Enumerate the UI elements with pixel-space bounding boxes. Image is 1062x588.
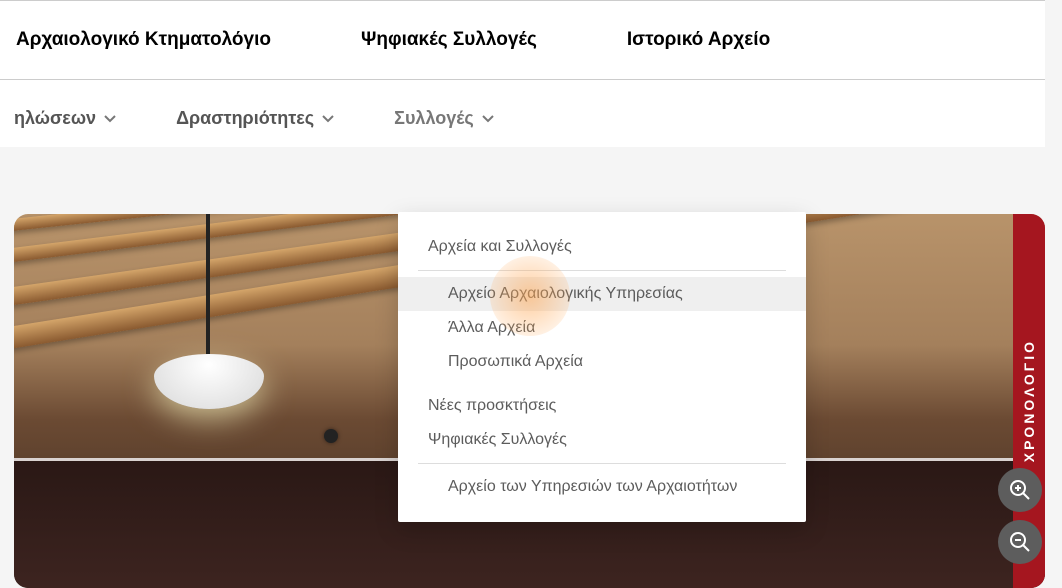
dropdown-separator <box>418 463 786 464</box>
dropdown-item-digital-collections[interactable]: Ψηφιακές Συλλογές <box>398 423 806 457</box>
timeline-side-label-text: ΧΡΟΝΟΛΟΓΙΟ <box>1021 339 1037 462</box>
zoom-out-icon <box>1008 530 1032 554</box>
dropdown-item-archaeological-service-archive[interactable]: Αρχείο Αρχαιολογικής Υπηρεσίας <box>398 277 806 311</box>
top-nav-link-digital-collections[interactable]: Ψηφιακές Συλλογές <box>361 29 537 51</box>
sub-nav-label: Συλλογές <box>394 108 474 129</box>
sub-nav-label: ηλώσεων <box>14 108 96 129</box>
chevron-down-icon <box>104 115 116 123</box>
dropdown-item-archives-collections[interactable]: Αρχεία και Συλλογές <box>398 230 806 264</box>
sub-nav-item-activities[interactable]: Δραστηριότητες <box>176 108 334 129</box>
chevron-down-icon <box>482 115 494 123</box>
sub-nav: ηλώσεων Δραστηριότητες Συλλογές <box>0 80 1045 147</box>
zoom-controls <box>998 468 1042 564</box>
dropdown-item-antiquities-services-archive[interactable]: Αρχείο των Υπηρεσιών των Αρχαιοτήτων <box>398 470 806 504</box>
sub-nav-item-declarations[interactable]: ηλώσεων <box>14 108 116 129</box>
zoom-out-button[interactable] <box>998 520 1042 564</box>
dropdown-item-new-acquisitions[interactable]: Νέες προσκτήσεις <box>398 389 806 423</box>
dropdown-item-other-archives[interactable]: Άλλα Αρχεία <box>398 311 806 345</box>
dropdown-separator <box>418 270 786 271</box>
top-nav: Αρχαιολογικό Κτηματολόγιο Ψηφιακές Συλλο… <box>0 0 1045 80</box>
top-nav-link-historical-archive[interactable]: Ιστορικό Αρχείο <box>627 29 770 51</box>
lamp-icon <box>154 354 264 409</box>
zoom-in-button[interactable] <box>998 468 1042 512</box>
wall-fixture <box>324 429 338 443</box>
dropdown-item-personal-archives[interactable]: Προσωπικά Αρχεία <box>398 345 806 379</box>
zoom-in-icon <box>1008 478 1032 502</box>
top-nav-link-cadastre[interactable]: Αρχαιολογικό Κτηματολόγιο <box>16 29 271 51</box>
sub-nav-label: Δραστηριότητες <box>176 108 314 129</box>
chevron-down-icon <box>322 115 334 123</box>
sub-nav-item-collections[interactable]: Συλλογές <box>394 108 494 129</box>
collections-dropdown: Αρχεία και Συλλογές Αρχείο Αρχαιολογικής… <box>398 212 806 522</box>
